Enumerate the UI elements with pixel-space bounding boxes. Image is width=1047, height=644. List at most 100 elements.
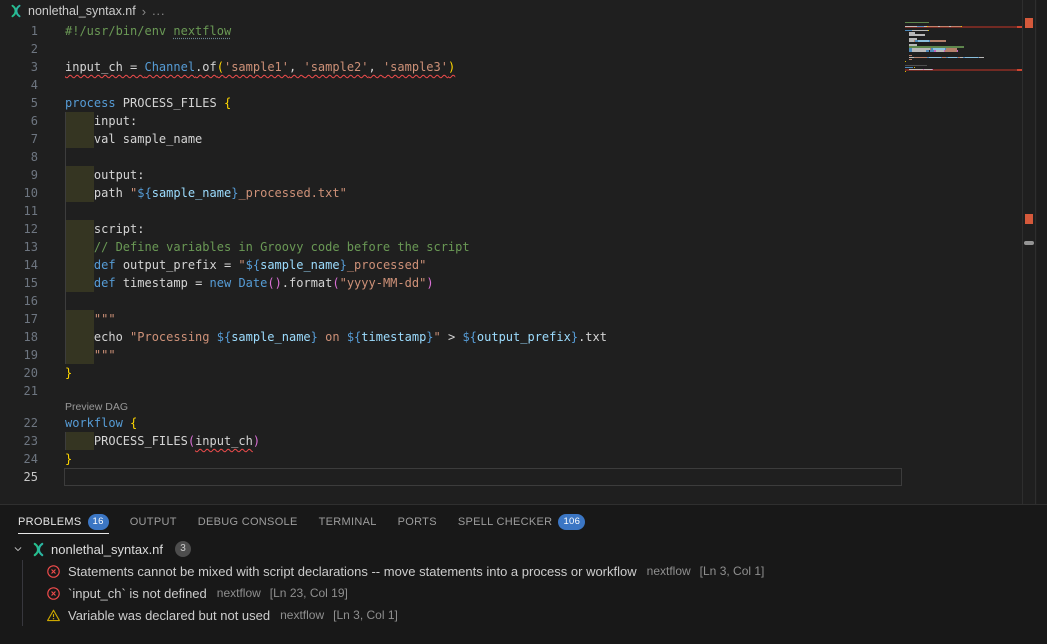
code-line-9[interactable]: 9 output: xyxy=(0,166,1022,184)
tab-label: TERMINAL xyxy=(319,516,377,528)
token: ( xyxy=(188,434,195,448)
line-number[interactable]: 5 xyxy=(0,94,38,112)
problem-row[interactable]: Variable was declared but not usednextfl… xyxy=(0,604,1047,626)
line-number[interactable]: 25 xyxy=(0,468,38,486)
line-number[interactable]: 11 xyxy=(0,202,38,220)
breadcrumb-more[interactable]: ... xyxy=(152,4,165,18)
line-content: } xyxy=(38,450,72,468)
token: on xyxy=(318,330,347,344)
line-number[interactable]: 24 xyxy=(0,450,38,468)
code-line-4[interactable]: 4 xyxy=(0,76,1022,94)
indent-highlight xyxy=(65,238,94,256)
line-number[interactable]: 14 xyxy=(0,256,38,274)
problem-row[interactable]: `input_ch` is not definednextflow[Ln 23,… xyxy=(0,582,1047,604)
token: } xyxy=(311,330,318,344)
indent-highlight xyxy=(65,256,94,274)
code-line-11[interactable]: 11 xyxy=(0,202,1022,220)
code-line-7[interactable]: 7 val sample_name xyxy=(0,130,1022,148)
code-line-5[interactable]: 5process PROCESS_FILES { xyxy=(0,94,1022,112)
panel-tab-problems[interactable]: PROBLEMS16 xyxy=(18,505,109,538)
line-number[interactable]: 10 xyxy=(0,184,38,202)
line-number[interactable]: 3 xyxy=(0,58,38,76)
code-line-20[interactable]: 20} xyxy=(0,364,1022,382)
line-number[interactable]: 19 xyxy=(0,346,38,364)
line-number[interactable]: 23 xyxy=(0,432,38,450)
line-content: #!/usr/bin/env nextflow xyxy=(38,22,231,40)
line-number[interactable]: 7 xyxy=(0,130,38,148)
token: timestamp xyxy=(361,330,426,344)
panel-tab-spell-checker[interactable]: SPELL CHECKER106 xyxy=(458,505,585,538)
code-editor[interactable]: 1#!/usr/bin/env nextflow23input_ch = Cha… xyxy=(0,22,1022,504)
ruler-marker-error[interactable] xyxy=(1025,18,1033,28)
code-line-13[interactable]: 13 // Define variables in Groovy code be… xyxy=(0,238,1022,256)
code-line-18[interactable]: 18 echo "Processing ${sample_name} on ${… xyxy=(0,328,1022,346)
code-line-6[interactable]: 6 input: xyxy=(0,112,1022,130)
line-number[interactable]: 2 xyxy=(0,40,38,58)
code-line-3[interactable]: 3 input_ch = Channel.of('sample1', 'sampl… xyxy=(0,58,1022,76)
code-line-17[interactable]: 17 """ xyxy=(0,310,1022,328)
code-line-1[interactable]: 1#!/usr/bin/env nextflow xyxy=(0,22,1022,40)
code-line-24[interactable]: 24} xyxy=(0,450,1022,468)
code-line-25[interactable]: 25 xyxy=(0,468,1022,486)
line-content: } xyxy=(38,364,72,382)
code-line-23[interactable]: 23 PROCESS_FILES(input_ch) xyxy=(0,432,1022,450)
line-number[interactable]: 21 xyxy=(0,382,38,400)
line-number[interactable]: 17 xyxy=(0,310,38,328)
code-line-10[interactable]: 10 path "${sample_name}_processed.txt" xyxy=(0,184,1022,202)
codelens-preview-dag[interactable]: Preview DAG xyxy=(0,400,1022,414)
problem-row[interactable]: Statements cannot be mixed with script d… xyxy=(0,560,1047,582)
line-number[interactable]: 16 xyxy=(0,292,38,310)
code-line-15[interactable]: 15 def timestamp = new Date().format("yy… xyxy=(0,274,1022,292)
code-line-8[interactable]: 8 xyxy=(0,148,1022,166)
breadcrumb-separator: › xyxy=(141,4,147,19)
code-line-22[interactable]: 22workflow { xyxy=(0,414,1022,432)
token: """ xyxy=(94,348,116,362)
error-squiggle: input_ch = Channel.of('sample1', 'sample… xyxy=(65,60,455,74)
token: sample_name xyxy=(231,330,310,344)
line-number[interactable]: 12 xyxy=(0,220,38,238)
minimap[interactable] xyxy=(905,22,1022,75)
code-line-19[interactable]: 19 """ xyxy=(0,346,1022,364)
panel-tab-terminal[interactable]: TERMINAL xyxy=(319,505,377,538)
code-line-2[interactable]: 2 xyxy=(0,40,1022,58)
line-number[interactable]: 9 xyxy=(0,166,38,184)
token: ${ xyxy=(217,330,231,344)
problem-message: Variable was declared but not used xyxy=(68,608,270,623)
indent-highlight xyxy=(65,328,94,346)
code-lines[interactable]: 1#!/usr/bin/env nextflow23input_ch = Cha… xyxy=(0,22,1022,486)
breadcrumb-file[interactable]: nonlethal_syntax.nf xyxy=(28,4,136,18)
line-number[interactable]: 4 xyxy=(0,76,38,94)
panel-tab-ports[interactable]: PORTS xyxy=(398,505,437,538)
token: Date xyxy=(238,276,267,290)
problems-file-name: nonlethal_syntax.nf xyxy=(51,542,163,557)
line-number[interactable]: 20 xyxy=(0,364,38,382)
line-number[interactable]: 13 xyxy=(0,238,38,256)
line-content: def timestamp = new Date().format("yyyy-… xyxy=(38,274,434,292)
token: """ xyxy=(94,312,116,326)
minimap-row xyxy=(905,73,1022,75)
token: process xyxy=(65,96,116,110)
overview-ruler[interactable] xyxy=(1022,0,1036,504)
token: , xyxy=(289,60,303,74)
line-number[interactable]: 18 xyxy=(0,328,38,346)
token: { xyxy=(224,96,231,110)
token: ${ xyxy=(137,186,151,200)
panel-tab-debug-console[interactable]: DEBUG CONSOLE xyxy=(198,505,298,538)
line-number[interactable]: 6 xyxy=(0,112,38,130)
line-number[interactable]: 15 xyxy=(0,274,38,292)
code-line-21[interactable]: 21 xyxy=(0,382,1022,400)
token xyxy=(123,416,130,430)
problems-file-group[interactable]: nonlethal_syntax.nf 3 xyxy=(0,538,1047,560)
line-content xyxy=(38,202,94,220)
chevron-down-icon[interactable] xyxy=(10,541,26,557)
code-line-14[interactable]: 14 def output_prefix = "${sample_name}_p… xyxy=(0,256,1022,274)
line-number[interactable]: 8 xyxy=(0,148,38,166)
line-number[interactable]: 1 xyxy=(0,22,38,40)
panel-tabs: PROBLEMS16 OUTPUT DEBUG CONSOLE TERMINAL POR… xyxy=(0,505,1047,538)
panel-tab-output[interactable]: OUTPUT xyxy=(130,505,177,538)
ruler-marker-error[interactable] xyxy=(1025,214,1033,224)
code-line-12[interactable]: 12 script: xyxy=(0,220,1022,238)
line-number[interactable]: 22 xyxy=(0,414,38,432)
code-line-16[interactable]: 16 xyxy=(0,292,1022,310)
ruler-marker-cursor[interactable] xyxy=(1024,241,1034,245)
